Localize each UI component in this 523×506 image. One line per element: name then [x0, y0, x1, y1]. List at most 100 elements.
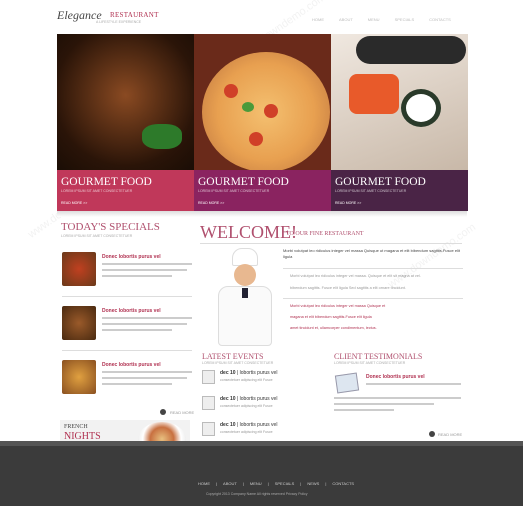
nav-contacts[interactable]: CONTACTS: [429, 17, 451, 22]
panel-subtitle: LOREM IPSUM SIT AMET CONSECTETUER: [198, 189, 270, 193]
welcome-bullet[interactable]: amet tincidunt et, ullamcorper condiment…: [290, 326, 377, 330]
gourmet-panel-3[interactable]: GOURMET FOOD LOREM IPSUM SIT AMET CONSEC…: [331, 34, 468, 211]
welcome-bullet[interactable]: Morbi volutpat leo ridiculus integer vel…: [290, 304, 385, 308]
copyright-text: Copyright 2013 Company Name All rights r…: [206, 492, 286, 496]
event-subtitle: consectetuer adipiscing elit Fusce: [220, 430, 273, 434]
panel-subtitle: LOREM IPSUM SIT AMET CONSECTETUER: [61, 189, 133, 193]
document-icon: [202, 396, 215, 410]
welcome-intro: Morbi volutpat leo ridiculus integer vel…: [283, 248, 460, 259]
testimonials-title: CLIENT TESTIMONIALS: [334, 352, 423, 361]
logo-restaurant: RESTAURANT: [110, 11, 159, 19]
event-title[interactable]: lobortis purus vel: [240, 396, 278, 402]
footer-nav-about[interactable]: ABOUT: [223, 481, 237, 486]
slider-shadow: [57, 211, 467, 217]
text-line: [366, 383, 461, 385]
special-title[interactable]: Donec lobortis purus vel: [102, 308, 161, 314]
footer-nav-contacts[interactable]: CONTACTS: [332, 481, 354, 486]
footer-top-border: [0, 441, 523, 446]
specials-read-more[interactable]: READ MORE: [170, 410, 194, 415]
separator: |: [267, 481, 269, 486]
testimonial-icon: [334, 372, 360, 394]
banner-title-1: FRENCH: [64, 424, 88, 430]
pepperoni: [249, 132, 263, 146]
footer-nav-specials[interactable]: SPECIALS: [275, 481, 295, 486]
event-subtitle: consectetuer adipiscing elit Fusce: [220, 404, 273, 408]
separator: |: [325, 481, 327, 486]
special-item[interactable]: Donec lobortis purus vel: [62, 360, 192, 406]
footer-nav-home[interactable]: HOME: [198, 481, 210, 486]
events-title: LATEST EVENTS: [202, 352, 264, 361]
welcome-paragraph: Morbi volutpat leo ridiculus integer vel…: [290, 274, 421, 278]
testimonial-title[interactable]: Donec lobortis purus vel: [366, 374, 425, 380]
logo-tagline: A LIFESTYLE EXPERIENCE: [96, 20, 142, 24]
read-more-link[interactable]: READ MORE >>: [335, 201, 361, 205]
footer: [0, 441, 523, 506]
text-line: [334, 397, 461, 399]
text-line: [102, 377, 187, 379]
welcome-paragraph: bibendum sagittis. Fusce elit ligula Sed…: [290, 286, 406, 290]
nav-menu[interactable]: MENU: [368, 17, 380, 22]
steak-image: [57, 34, 194, 170]
gourmet-panel-1[interactable]: GOURMET FOOD LOREM IPSUM SIT AMET CONSEC…: [57, 34, 194, 211]
event-title[interactable]: lobortis purus vel: [240, 370, 278, 376]
panel-title: GOURMET FOOD: [198, 176, 289, 188]
special-title[interactable]: Donec lobortis purus vel: [102, 362, 161, 368]
text-line: [102, 383, 172, 385]
footer-copyright: Copyright 2013 Company Name All rights r…: [206, 492, 308, 496]
footer-nav-menu[interactable]: MENU: [250, 481, 262, 486]
privacy-link[interactable]: Privacy Policy: [286, 492, 308, 496]
testimonials-subtitle: LOREM IPSUM SIT AMET CONSECTETUER: [334, 361, 406, 365]
text-line: [102, 263, 192, 265]
event-date: dec 10: [220, 422, 236, 428]
chef-image: [200, 248, 280, 348]
event-item[interactable]: dec 10 | lobortis purus vel consectetuer…: [202, 396, 322, 420]
special-title[interactable]: Donec lobortis purus vel: [102, 254, 161, 260]
chef-face: [234, 264, 256, 286]
divider: [62, 350, 192, 351]
divider: [283, 268, 463, 269]
arrow-icon[interactable]: [160, 409, 166, 415]
divider: [283, 298, 463, 299]
sushi-piece: [349, 74, 399, 114]
basil: [242, 102, 254, 112]
document-icon: [202, 422, 215, 436]
specials-subtitle: LOREM IPSUM SIT AMET CONSECTETUER: [61, 234, 133, 238]
text-line: [334, 403, 434, 405]
sushi-rolls-row: [356, 36, 466, 64]
nav-home[interactable]: HOME: [312, 17, 324, 22]
pepperoni: [224, 84, 238, 98]
sushi-roll: [401, 89, 441, 127]
logo[interactable]: Elegance: [57, 8, 102, 23]
special-item[interactable]: Donec lobortis purus vel: [62, 306, 192, 352]
gourmet-panel-2[interactable]: GOURMET FOOD LOREM IPSUM SIT AMET CONSEC…: [194, 34, 331, 211]
event-date: dec 10: [220, 370, 236, 376]
text-line: [102, 269, 187, 271]
special-thumb: [62, 252, 96, 286]
event-title[interactable]: lobortis purus vel: [240, 422, 278, 428]
divider: [200, 243, 462, 244]
separator: |: [216, 481, 218, 486]
event-item[interactable]: dec 10 | lobortis purus vel consectetuer…: [202, 370, 322, 394]
main-nav: HOME ABOUT MENU SPECIALS CONTACTS: [312, 17, 451, 22]
panel-title: GOURMET FOOD: [61, 176, 152, 188]
nav-about[interactable]: ABOUT: [339, 17, 353, 22]
text-line: [102, 317, 192, 319]
footer-nav-news[interactable]: NEWS: [307, 481, 319, 486]
separator: |: [242, 481, 244, 486]
welcome-bullet[interactable]: magana et elit bibendum sagittis.Fusce e…: [290, 315, 372, 319]
special-thumb: [62, 360, 96, 394]
arrow-icon[interactable]: [429, 431, 435, 437]
nav-specials[interactable]: SPECIALS: [395, 17, 415, 22]
chef-tie: [242, 288, 248, 298]
events-subtitle: LOREM IPSUM SIT AMET CONSECTETUER: [202, 361, 274, 365]
read-more-link[interactable]: READ MORE >>: [61, 201, 87, 205]
special-item[interactable]: Donec lobortis purus vel: [62, 252, 192, 298]
specials-title: TODAY'S SPECIALS: [61, 221, 160, 233]
welcome-subtitle: TO OUR FINE RESTAURANT: [286, 231, 364, 237]
special-thumb: [62, 306, 96, 340]
testimonials-read-more[interactable]: READ MORE: [438, 432, 462, 437]
panel-subtitle: LOREM IPSUM SIT AMET CONSECTETUER: [335, 189, 407, 193]
text-line: [102, 323, 187, 325]
text-line: [102, 371, 192, 373]
read-more-link[interactable]: READ MORE >>: [198, 201, 224, 205]
